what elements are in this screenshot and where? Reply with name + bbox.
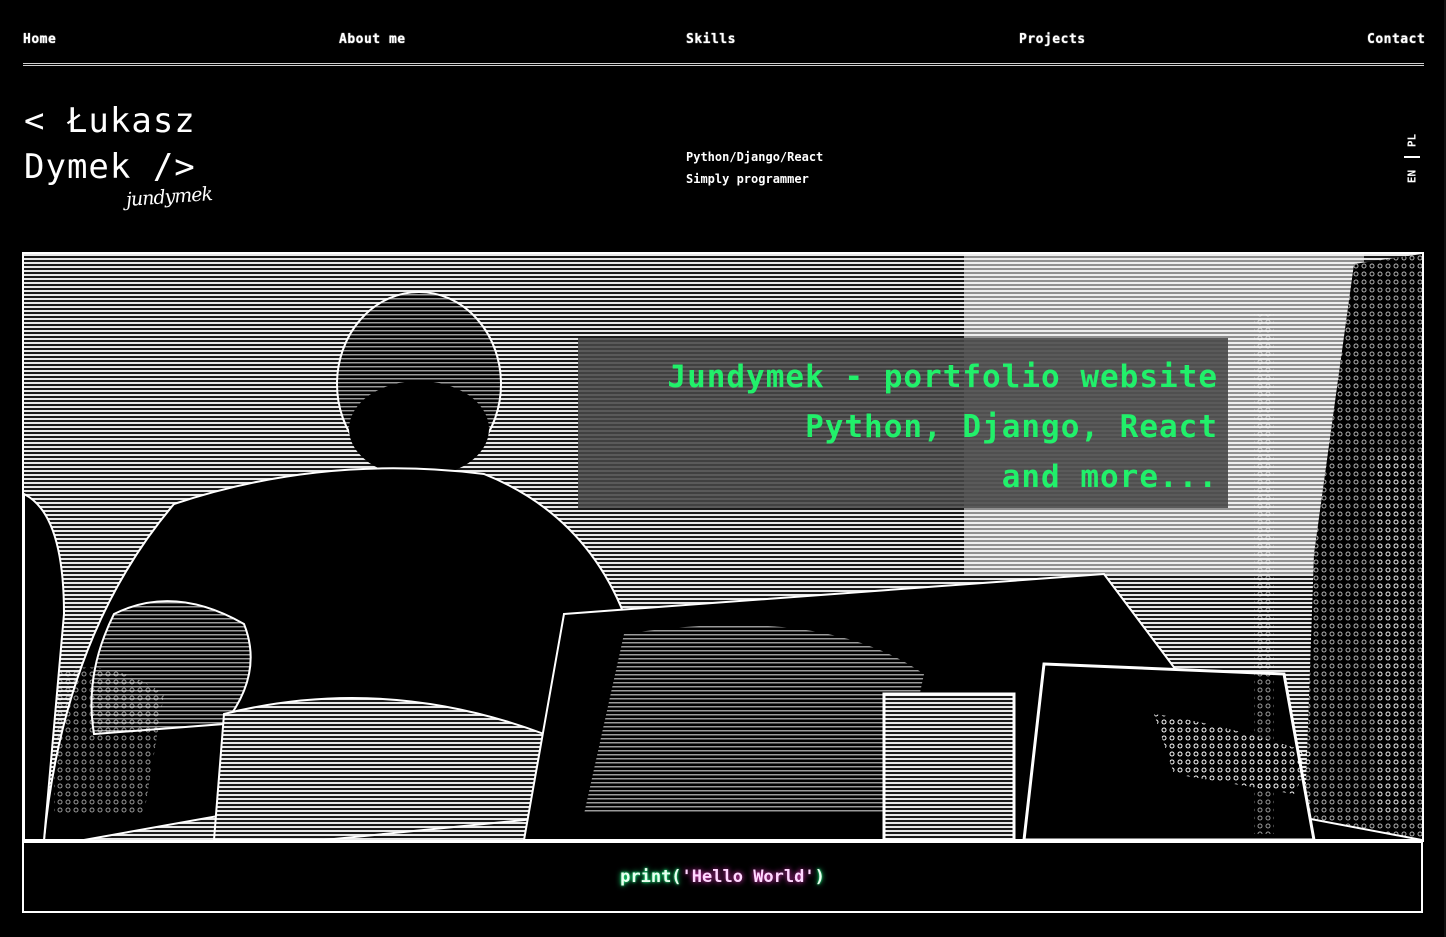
lang-pl-option[interactable]: PL [1406, 131, 1419, 151]
hero-more: and more... [1001, 459, 1218, 495]
main-nav: Home About me Skills Projects Contact [23, 28, 1425, 66]
nav-skills-link[interactable]: Skills [686, 32, 736, 47]
nav-home-link[interactable]: Home [23, 32, 56, 47]
tagline-role: Simply programmer [686, 172, 809, 186]
hero-title: Jundymek - portfolio website [667, 359, 1218, 395]
hero-banner: Jundymek - portfolio website Python, Dja… [22, 252, 1424, 842]
footer: print('Hello World') [22, 841, 1423, 913]
tagline-stack: Python/Django/React [686, 150, 824, 164]
code-function: print( [620, 867, 682, 887]
site-logo[interactable]: < Łukasz Dymek /> [24, 98, 196, 190]
lang-divider [1404, 156, 1420, 158]
nav-contact-link[interactable]: Contact [1367, 32, 1425, 47]
hero-stack: Python, Django, React [805, 409, 1218, 445]
nav-about-link[interactable]: About me [339, 32, 406, 47]
code-close-paren: ) [814, 867, 825, 887]
language-switcher: PL EN [1402, 128, 1422, 190]
nav-projects-link[interactable]: Projects [1019, 32, 1086, 47]
lang-en-option[interactable]: EN [1406, 167, 1419, 187]
logo-first-name: < Łukasz [24, 101, 196, 141]
signature: jundymek [125, 183, 213, 211]
tagline: Python/Django/React Simply programmer [686, 146, 823, 190]
hello-world-code: print('Hello World') [24, 867, 1421, 887]
hero-caption-box: Jundymek - portfolio website Python, Dja… [578, 338, 1228, 508]
code-string: 'Hello World' [681, 867, 815, 887]
page: Home About me Skills Projects Contact < … [0, 0, 1446, 937]
logo-last-name: Dymek /> [24, 147, 196, 187]
